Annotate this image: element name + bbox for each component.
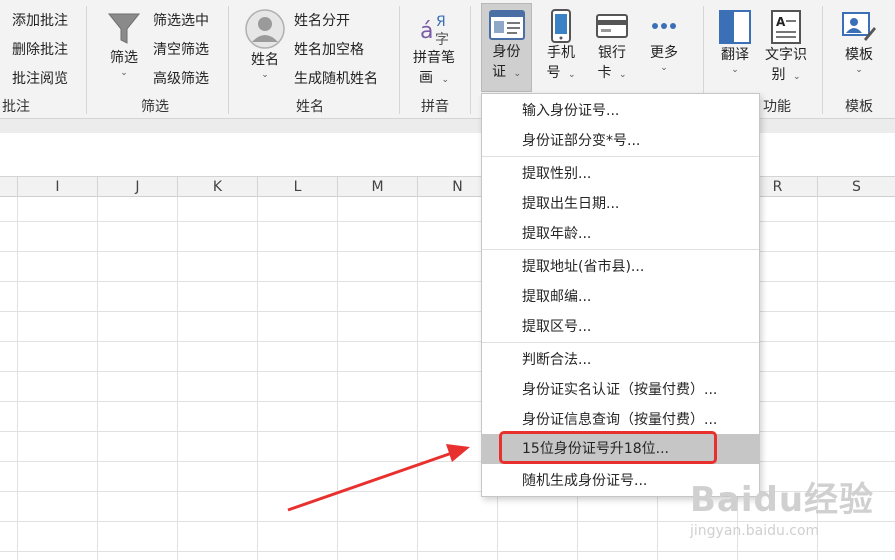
pinyin-label-2: 画	[419, 70, 433, 86]
add-comment-button[interactable]: 添加批注	[12, 10, 68, 30]
id-card-label-2: 证	[492, 64, 506, 80]
menu-item-extract-age[interactable]: 提取年龄...	[482, 219, 759, 249]
id-card-button[interactable]: 身份 证 ⌄	[481, 3, 532, 92]
group-label-function: 功能	[763, 99, 791, 115]
name-button[interactable]: 姓名 ⌄	[240, 6, 290, 80]
chevron-down-icon: ⌄	[731, 65, 739, 75]
chevron-down-icon: ⌄	[618, 70, 627, 80]
chevron-down-icon: ⌄	[855, 65, 863, 75]
column-header[interactable]: S	[818, 177, 895, 197]
menu-item-realname-auth[interactable]: 身份证实名认证（按量付费）...	[482, 375, 759, 405]
random-name-button[interactable]: 生成随机姓名	[294, 68, 378, 88]
phone-icon	[551, 9, 571, 43]
bank-card-button[interactable]: 银行 卡 ⌄	[590, 9, 634, 83]
column-header[interactable]: J	[98, 177, 178, 197]
advanced-filter-button[interactable]: 高级筛选	[153, 68, 209, 88]
person-icon	[245, 9, 285, 49]
group-label-filter: 筛选	[141, 99, 169, 115]
menu-item-extract-postcode[interactable]: 提取邮编...	[482, 282, 759, 312]
bank-label-1: 银行	[598, 45, 626, 61]
group-label-template: 模板	[845, 99, 873, 115]
column-header[interactable]: L	[258, 177, 338, 197]
svg-text:Я: Я	[436, 14, 446, 30]
id-card-label-1: 身份	[492, 44, 521, 60]
clear-filter-button[interactable]: 清空筛选	[153, 39, 209, 59]
pinyin-strokes-button[interactable]: á Я 字 拼音笔 画 ⌄	[408, 6, 460, 88]
watermark-main: Baidu经验	[690, 480, 875, 520]
svg-text:A: A	[776, 15, 786, 29]
id-card-icon	[488, 10, 525, 40]
group-label-comments: 批注	[2, 99, 30, 115]
ocr-button[interactable]: A 文字识 别 ⌄	[760, 9, 812, 85]
translate-label: 翻译	[721, 47, 749, 63]
svg-text:á: á	[420, 19, 433, 44]
more-button[interactable]: 更多 ⌄	[640, 9, 688, 73]
bank-label-2: 卡	[597, 65, 612, 81]
group-label-pinyin: 拼音	[421, 99, 449, 115]
menu-item-input-id[interactable]: 输入身份证号...	[482, 96, 759, 126]
menu-item-extract-areacode[interactable]: 提取区号...	[482, 312, 759, 342]
menu-item-mask-id[interactable]: 身份证部分变*号...	[482, 126, 759, 156]
column-header[interactable]: M	[338, 177, 418, 197]
phone-number-button[interactable]: 手机 号 ⌄	[540, 9, 582, 83]
ocr-label-2: 别	[771, 67, 786, 83]
template-label: 模板	[845, 47, 873, 63]
phone-label-2: 号	[546, 65, 561, 81]
menu-item-extract-address[interactable]: 提取地址(省市县)...	[482, 252, 759, 282]
delete-comment-button[interactable]: 删除批注	[12, 39, 68, 59]
ocr-label-1: 文字识	[765, 47, 807, 63]
chevron-down-icon: ⌄	[441, 75, 449, 85]
filter-selected-button[interactable]: 筛选选中	[153, 10, 209, 30]
chevron-down-icon: ⌄	[261, 70, 269, 80]
ribbon: 添加批注 删除批注 批注阅览 批注 筛选 ⌄ 筛选选中 清空筛选 高级筛选 筛选…	[0, 0, 895, 119]
ocr-document-icon: A	[771, 10, 801, 44]
watermark-sub: jingyan.baidu.com	[690, 523, 820, 539]
column-header-stub	[0, 177, 18, 197]
highlight-annotation-box	[499, 431, 717, 464]
chevron-down-icon: ⌄	[567, 70, 576, 80]
column-headers: I J K L M N O P Q R S	[0, 177, 895, 197]
template-button[interactable]: 模板 ⌄	[836, 9, 882, 75]
menu-item-extract-gender[interactable]: 提取性别...	[482, 159, 759, 189]
menu-item-validate[interactable]: 判断合法...	[482, 345, 759, 375]
name-label: 姓名	[251, 52, 279, 68]
name-add-space-button[interactable]: 姓名加空格	[294, 39, 364, 59]
svg-text:字: 字	[435, 32, 449, 48]
chevron-down-icon: ⌄	[792, 72, 801, 82]
formula-bar-area	[0, 119, 895, 177]
translate-icon	[719, 10, 751, 44]
chevron-down-icon: ⌄	[660, 63, 668, 73]
template-icon	[842, 12, 876, 41]
baidu-watermark: Baidu经验 jingyan.baidu.com	[690, 472, 890, 552]
phone-label-1: 手机	[547, 45, 575, 61]
filter-label: 筛选	[110, 50, 138, 66]
review-comments-button[interactable]: 批注阅览	[12, 68, 68, 88]
funnel-icon	[107, 13, 141, 44]
menu-item-extract-birthdate[interactable]: 提取出生日期...	[482, 189, 759, 219]
bank-card-icon	[596, 14, 628, 38]
pinyin-label-1: 拼音笔	[413, 50, 455, 66]
split-name-button[interactable]: 姓名分开	[294, 10, 350, 30]
filter-button[interactable]: 筛选 ⌄	[100, 6, 148, 78]
chevron-down-icon: ⌄	[513, 69, 521, 79]
pinyin-icon: á Я 字	[420, 14, 449, 48]
more-dots-icon	[652, 23, 676, 29]
more-label: 更多	[650, 45, 678, 61]
group-label-name: 姓名	[296, 99, 324, 115]
column-header[interactable]: K	[178, 177, 258, 197]
column-header[interactable]: I	[18, 177, 98, 197]
chevron-down-icon: ⌄	[120, 68, 128, 78]
translate-button[interactable]: 翻译 ⌄	[712, 9, 758, 75]
